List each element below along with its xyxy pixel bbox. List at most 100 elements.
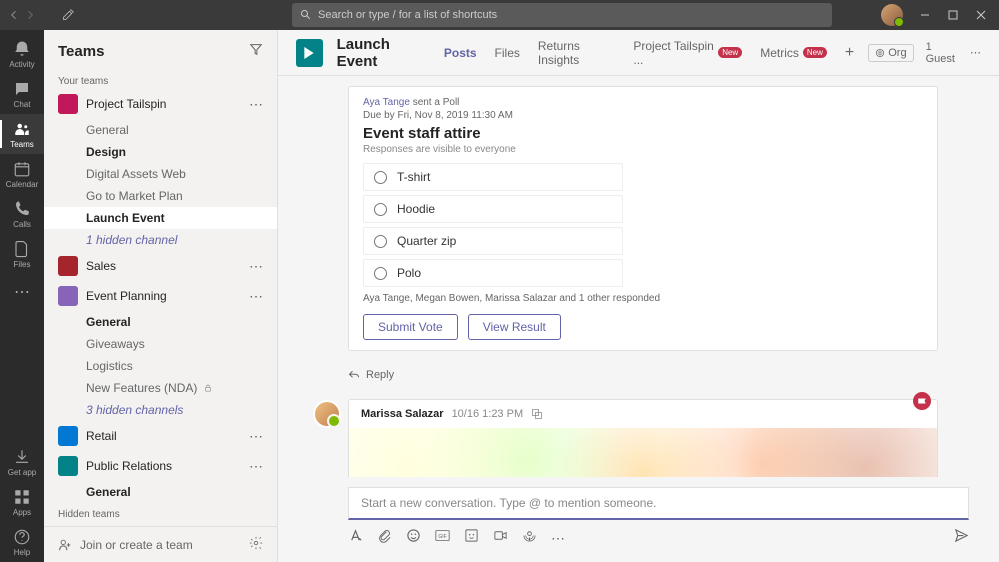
rail-calendar[interactable]: Calendar [0,154,44,194]
rail-getapp[interactable]: Get app [0,442,44,482]
channel-avatar [296,39,323,67]
poll-option[interactable]: Quarter zip [363,227,623,255]
rail-help[interactable]: Help [0,522,44,562]
team-icon [58,286,78,306]
teams-panel: Teams Your teams Project Tailspin⋯Genera… [44,30,278,562]
tab[interactable]: Posts [444,46,477,60]
team-icon [58,456,78,476]
composer-more-icon[interactable]: ⋯ [551,530,565,547]
team-icon [58,426,78,446]
search-input[interactable]: Search or type / for a list of shortcuts [292,3,832,27]
channel-row[interactable]: Design [44,141,277,163]
compose-icon[interactable] [62,9,74,21]
rail-calls[interactable]: Calls [0,194,44,234]
rail-activity[interactable]: Activity [0,34,44,74]
channel-row[interactable]: General [44,311,277,333]
rail-apps[interactable]: Apps [0,482,44,522]
channel-header: Launch Event Posts Files Returns Insights P… [278,30,999,76]
channel-row[interactable]: 3 hidden channels [44,399,277,421]
poll-title: Event staff attire [363,125,923,142]
attach-icon[interactable] [377,528,392,548]
emoji-icon[interactable] [406,528,421,548]
channel-row[interactable]: Digital Assets Web [44,163,277,185]
channel-row[interactable]: Giveaways [44,333,277,355]
poll-option[interactable]: T-shirt [363,163,623,191]
user-avatar[interactable] [881,4,903,26]
team-row[interactable]: Sales⋯ [44,251,277,281]
channel-row[interactable]: General [44,119,277,141]
composer-toolbar: GIF ⋯ [348,520,969,548]
composer-input[interactable]: Start a new conversation. Type @ to ment… [348,487,969,520]
teams-title: Teams [58,43,104,60]
rail-more[interactable]: ⋯ [14,274,30,310]
rail-files[interactable]: Files [0,234,44,274]
team-more-icon[interactable]: ⋯ [249,96,263,113]
tab[interactable]: Files [495,46,520,60]
post-author-avatar[interactable] [313,400,341,428]
format-icon[interactable] [348,528,363,548]
header-more-icon[interactable]: ⋯ [970,46,981,59]
channel-row[interactable]: New Features (NDA) [44,377,277,399]
team-row[interactable]: Retail⋯ [44,421,277,451]
maximize-button[interactable] [947,9,959,21]
minimize-button[interactable] [919,9,931,21]
new-badge: New [718,47,742,58]
channel-row[interactable]: Logistics [44,355,277,377]
post-banner-image [349,428,937,477]
svg-text:GIF: GIF [438,534,446,540]
meet-icon[interactable] [493,528,508,548]
post-time: 10/16 1:23 PM [452,408,524,420]
filter-icon[interactable] [249,42,263,61]
post-translate-icon[interactable] [531,408,543,420]
teams-footer: Join or create a team [44,526,277,562]
team-icon [58,94,78,114]
join-create-team[interactable]: Join or create a team [58,538,193,552]
poll-option[interactable]: Hoodie [363,195,623,223]
search-placeholder: Search or type / for a list of shortcuts [318,9,497,21]
team-row[interactable]: Event Planning⋯ [44,281,277,311]
add-tab-button[interactable]: + [845,44,854,62]
sticker-icon[interactable] [464,528,479,548]
send-button[interactable] [954,528,969,548]
view-result-button[interactable]: View Result [468,314,561,340]
channel-title: Launch Event [337,36,430,70]
channel-row[interactable]: General [44,481,277,503]
nav-forward[interactable] [24,9,36,21]
rail-teams[interactable]: Teams [0,114,44,154]
hidden-teams-label: Hidden teams [44,503,277,526]
tab[interactable]: MetricsNew [760,46,827,60]
guest-count: 1 Guest [926,41,958,65]
poll-option[interactable]: Polo [363,259,623,287]
submit-vote-button[interactable]: Submit Vote [363,314,458,340]
lock-icon [203,383,213,393]
team-row[interactable]: Project Tailspin⋯ [44,89,277,119]
team-more-icon[interactable]: ⋯ [249,458,263,475]
team-icon [58,256,78,276]
new-badge: New [803,47,827,58]
org-button[interactable]: Org [868,44,913,62]
tab[interactable]: Project Tailspin ...New [633,39,742,67]
titlebar: Search or type / for a list of shortcuts [0,0,999,30]
channel-row[interactable]: Launch Event [44,207,277,229]
team-more-icon[interactable]: ⋯ [249,258,263,275]
team-more-icon[interactable]: ⋯ [249,288,263,305]
poll-card: Aya Tange sent a Poll Due by Fri, Nov 8,… [348,86,938,351]
content-area: Launch Event Posts Files Returns Insights P… [278,30,999,562]
team-more-icon[interactable]: ⋯ [249,428,263,445]
channel-row[interactable]: 1 hidden channel [44,229,277,251]
close-button[interactable] [975,9,987,21]
channel-row[interactable]: Go to Market Plan [44,185,277,207]
poll-reply[interactable]: Reply [348,363,969,387]
post-card: Marissa Salazar 10/16 1:23 PM Recent pol… [348,399,938,477]
team-row[interactable]: Public Relations⋯ [44,451,277,481]
stream-icon[interactable] [522,528,537,548]
nav-back[interactable] [8,9,20,21]
tab[interactable]: Returns Insights [538,39,615,67]
rail-chat[interactable]: Chat [0,74,44,114]
post-sender: Marissa Salazar [361,408,444,420]
gif-icon[interactable]: GIF [435,528,450,548]
settings-icon[interactable] [249,536,263,553]
post-tag-icon [913,392,931,410]
your-teams-label: Your teams [44,72,277,89]
messages-list: Aya Tange sent a Poll Due by Fri, Nov 8,… [278,76,999,477]
